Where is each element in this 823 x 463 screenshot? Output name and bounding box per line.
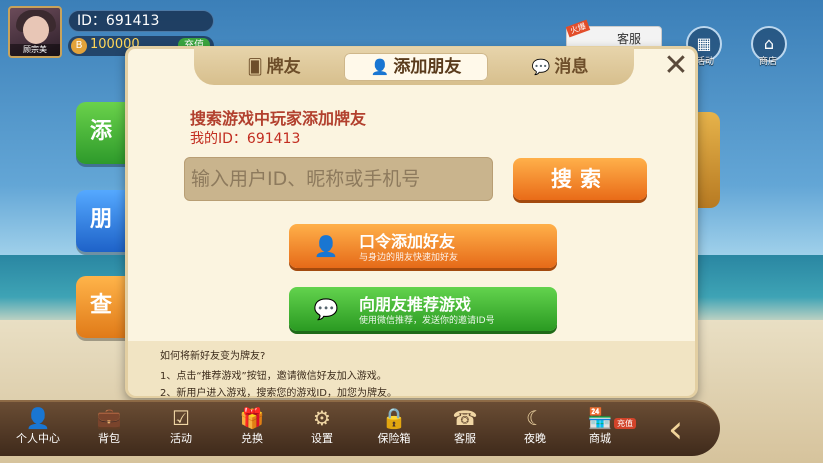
nav-label: 客服 — [454, 432, 476, 445]
add-user-icon: 👤 — [370, 58, 390, 76]
activity-icon: ☑ — [172, 406, 190, 430]
tab-label: 添加朋友 — [393, 57, 462, 77]
customer-service-label: 客服 — [617, 32, 642, 46]
person-icon: 👤 — [25, 406, 51, 430]
close-icon[interactable]: ✕ — [661, 51, 691, 83]
my-id: 我的ID：691413 — [190, 131, 301, 147]
nav-label: 设置 — [311, 432, 333, 445]
command-add-subtitle: 与身边的朋友快速加好友 — [359, 253, 459, 263]
tab-label: 消息 — [554, 57, 589, 77]
nav-label: 商城 — [589, 432, 611, 445]
search-button[interactable]: 搜索 — [513, 158, 647, 200]
coin-icon: B — [71, 38, 87, 54]
headset-icon: ☎ — [452, 406, 478, 430]
recommend-game-button[interactable]: 💬 向朋友推荐游戏 使用微信推荐，发送你的邀请ID号 — [289, 287, 557, 331]
chat-icon: 💬 — [531, 58, 551, 76]
add-user-icon: 👤 — [313, 234, 339, 258]
tab-label: 牌友 — [266, 57, 301, 77]
recommend-title: 向朋友推荐游戏 — [359, 295, 472, 314]
recommend-subtitle: 使用微信推荐，发送你的邀请ID号 — [359, 316, 495, 326]
nav-activity[interactable]: ☑ 活动 — [149, 402, 213, 456]
nav-label: 活动 — [170, 432, 192, 445]
gear-icon: ⚙ — [313, 406, 331, 430]
chevron-left-icon[interactable]: ‹ — [668, 410, 708, 450]
tab-add-friend[interactable]: 👤 添加朋友 — [344, 53, 488, 81]
nav-settings[interactable]: ⚙ 设置 — [290, 402, 354, 456]
cards-icon: 🂠 — [247, 58, 263, 76]
nav-night[interactable]: ☾ 夜晚 — [503, 402, 567, 456]
player-id: ID：691413 — [68, 10, 214, 32]
avatar[interactable]: 顾宗美 — [8, 6, 62, 58]
friends-modal: 🂠 牌友 👤 添加朋友 💬 消息 ✕ 搜索游戏中玩家添加牌友 我的ID：691413 … — [125, 46, 698, 399]
recharge-badge: 充值 — [614, 418, 636, 429]
tab-card-friends[interactable]: 🂠 牌友 — [224, 53, 324, 81]
search-input[interactable] — [184, 157, 493, 201]
shop-label: 商店 — [759, 57, 778, 67]
bag-icon: 💼 — [96, 406, 122, 430]
wechat-icon: 💬 — [313, 297, 339, 321]
nav-label: 保险箱 — [377, 432, 411, 445]
avatar-face — [23, 16, 49, 44]
nav-label: 个人中心 — [16, 432, 60, 445]
tips-question: 如何将新好友变为牌友? — [160, 351, 266, 362]
nav-label: 背包 — [98, 432, 120, 445]
activity-label: 活动 — [696, 57, 715, 67]
nav-label: 夜晚 — [524, 432, 546, 445]
tips-step-1: 1、点击“推荐游戏”按钮，邀请微信好友加入游戏。 — [160, 371, 387, 382]
moon-icon: ☾ — [526, 406, 544, 430]
search-title: 搜索游戏中玩家添加牌友 — [190, 109, 367, 128]
nav-exchange[interactable]: 🎁 兑换 — [220, 402, 284, 456]
nav-profile[interactable]: 👤 个人中心 — [6, 402, 70, 456]
modal-tabbar: 🂠 牌友 👤 添加朋友 💬 消息 — [194, 47, 634, 85]
command-add-friend-button[interactable]: 👤 口令添加好友 与身边的朋友快速加好友 — [289, 224, 557, 268]
gift-icon: 🎁 — [239, 406, 265, 430]
nav-safe[interactable]: 🔒 保险箱 — [362, 402, 426, 456]
safe-icon: 🔒 — [381, 406, 407, 430]
nav-bag[interactable]: 💼 背包 — [77, 402, 141, 456]
nav-service[interactable]: ☎ 客服 — [433, 402, 497, 456]
command-add-title: 口令添加好友 — [359, 232, 456, 251]
tab-messages[interactable]: 💬 消息 — [510, 53, 610, 81]
tips-step-2: 2、新用户进入游戏，搜索您的游戏ID，加您为牌友。 — [160, 388, 398, 399]
avatar-nickname: 顾宗美 — [10, 44, 60, 56]
nav-shop[interactable]: 🏪 商城 — [568, 402, 632, 456]
nav-label: 兑换 — [241, 432, 263, 445]
